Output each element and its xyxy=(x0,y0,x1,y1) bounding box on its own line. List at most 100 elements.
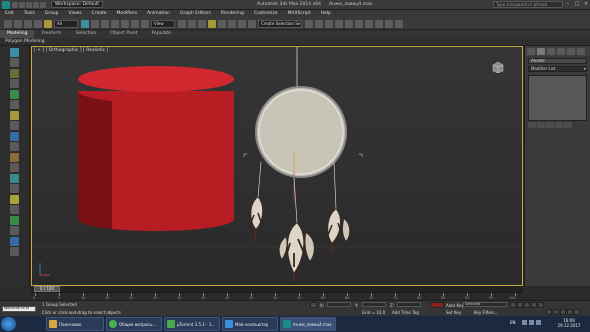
create-system-icon[interactable] xyxy=(10,163,19,172)
make-unique-icon[interactable] xyxy=(546,122,554,128)
schematic-view-icon[interactable] xyxy=(355,19,363,28)
close-icon[interactable]: × xyxy=(582,1,590,8)
auto-key-button[interactable]: Auto Key xyxy=(446,303,464,308)
dynamics-icon[interactable] xyxy=(10,236,19,246)
y-coord-field[interactable] xyxy=(362,302,386,307)
redo-icon[interactable] xyxy=(40,1,46,8)
minimize-icon[interactable]: – xyxy=(564,1,572,8)
curve-editor-icon[interactable] xyxy=(345,19,353,28)
add-time-tag-button[interactable]: Add Time Tag xyxy=(392,310,419,315)
red-cylinder-object[interactable] xyxy=(77,66,234,231)
walkthrough-icon[interactable] xyxy=(10,247,19,256)
render-setup-icon[interactable] xyxy=(375,19,383,28)
zoom-all-icon[interactable] xyxy=(553,309,559,315)
taskbar-item-explorer[interactable]: Поисковик xyxy=(46,317,104,331)
create-shape-icon[interactable] xyxy=(10,142,19,151)
select-by-name-icon[interactable] xyxy=(91,19,99,28)
menu-rendering[interactable]: Rendering xyxy=(216,10,249,18)
create-light-icon[interactable] xyxy=(10,110,19,120)
compound-icon[interactable] xyxy=(10,226,19,235)
menu-modifiers[interactable]: Modifiers xyxy=(112,10,143,18)
link-icon[interactable] xyxy=(24,19,32,28)
undo-icon[interactable] xyxy=(33,1,39,8)
volume-icon[interactable] xyxy=(536,320,541,325)
clock[interactable]: 16:09 29.12.2017 xyxy=(554,318,584,328)
material-editor-icon[interactable] xyxy=(365,19,373,28)
bind-space-warp-icon[interactable] xyxy=(44,19,52,28)
mirror-icon[interactable] xyxy=(305,19,313,28)
key-mode-dropdown[interactable]: Selected xyxy=(463,302,507,307)
configure-sets-icon[interactable] xyxy=(564,122,572,128)
taskbar-item-3dsmax[interactable]: Анжи_ловец4.max xyxy=(280,317,336,331)
create-helper-icon[interactable] xyxy=(10,131,19,141)
maximize-icon[interactable]: □ xyxy=(573,1,581,8)
create-camera-icon[interactable] xyxy=(10,121,19,130)
menu-group[interactable]: Group xyxy=(40,10,64,18)
remove-modifier-icon[interactable] xyxy=(555,122,563,128)
particle-icon[interactable] xyxy=(10,215,19,225)
auto-key-toggle-icon[interactable] xyxy=(430,302,444,308)
window-crossing-icon[interactable] xyxy=(111,19,119,28)
select-icon[interactable] xyxy=(10,47,19,57)
viewport-perspective[interactable]: [ + ] [ Orthographic ] [ Realistic ] xyxy=(31,46,523,286)
create-sphere-icon[interactable] xyxy=(10,100,19,109)
select-manipulate-icon[interactable] xyxy=(188,19,196,28)
pivot-center-icon[interactable] xyxy=(178,19,186,28)
taskbar-item-computer[interactable]: Мой компьютер xyxy=(222,317,278,331)
snaps-toggle-icon[interactable] xyxy=(208,19,216,28)
keyboard-shortcut-icon[interactable] xyxy=(198,19,206,28)
network-icon[interactable] xyxy=(529,320,534,325)
pin-stack-icon[interactable] xyxy=(528,122,536,128)
utilities-tab-icon[interactable] xyxy=(577,47,585,55)
menu-views[interactable]: Views xyxy=(64,10,87,18)
save-file-icon[interactable] xyxy=(26,1,32,8)
hierarchy-icon[interactable] xyxy=(10,173,19,183)
motion-icon[interactable] xyxy=(10,184,19,193)
tab-object-paint[interactable]: Object Paint xyxy=(103,30,144,38)
start-button-icon[interactable] xyxy=(1,317,16,331)
zoom-icon[interactable] xyxy=(546,309,552,315)
orbit-icon[interactable] xyxy=(567,309,573,315)
selection-filter-dropdown[interactable]: All xyxy=(54,19,78,28)
menu-help[interactable]: Help xyxy=(316,10,336,18)
lock-selection-icon[interactable] xyxy=(310,302,317,308)
utilities-icon[interactable] xyxy=(10,205,19,214)
previous-frame-icon[interactable] xyxy=(517,302,523,308)
go-to-start-icon[interactable] xyxy=(510,302,516,308)
scale-icon[interactable] xyxy=(10,79,19,88)
create-spacewarp-icon[interactable] xyxy=(10,152,19,162)
pan-icon[interactable] xyxy=(560,309,566,315)
rotate-icon[interactable] xyxy=(10,68,19,78)
workspace-dropdown[interactable]: Workspace: Default xyxy=(51,1,103,8)
move-icon[interactable] xyxy=(10,58,19,67)
menu-animation[interactable]: Animation xyxy=(142,10,175,18)
rect-selection-icon[interactable] xyxy=(101,19,109,28)
app-logo-icon[interactable] xyxy=(2,0,10,9)
percent-snap-icon[interactable] xyxy=(228,19,236,28)
menu-graph-editors[interactable]: Graph Editors xyxy=(175,10,216,18)
maxscript-listener-input[interactable]: Welcome to M xyxy=(2,306,36,312)
play-icon[interactable] xyxy=(524,302,530,308)
create-box-icon[interactable] xyxy=(10,89,19,99)
angle-snap-icon[interactable] xyxy=(218,19,226,28)
x-coord-field[interactable] xyxy=(327,302,351,307)
named-selection-dropdown[interactable]: Create Selection Se xyxy=(258,19,302,28)
select-scale-icon[interactable] xyxy=(141,19,149,28)
motion-tab-icon[interactable] xyxy=(557,47,565,55)
set-key-button[interactable]: Set Key xyxy=(446,310,461,315)
tab-selection[interactable]: Selection xyxy=(69,30,104,38)
dreamcatcher-object[interactable] xyxy=(243,47,363,283)
ribbon-polygon-modeling[interactable]: Polygon Modeling xyxy=(0,38,45,46)
modify-tab-icon[interactable] xyxy=(537,47,545,55)
key-filters-button[interactable]: Key Filters... xyxy=(474,310,498,315)
select-move-icon[interactable] xyxy=(121,19,129,28)
tab-populate[interactable]: Populate xyxy=(145,30,179,38)
select-object-icon[interactable] xyxy=(81,19,89,28)
z-coord-field[interactable] xyxy=(397,302,421,307)
rendered-frame-icon[interactable] xyxy=(385,19,393,28)
open-file-icon[interactable] xyxy=(19,1,25,8)
unlink-icon[interactable] xyxy=(34,19,42,28)
menu-maxscript[interactable]: MAXScript xyxy=(283,10,316,18)
taskbar-item-torrent[interactable]: µTorrent 3.5.1 - 1... xyxy=(164,317,220,331)
render-production-icon[interactable] xyxy=(395,19,403,28)
